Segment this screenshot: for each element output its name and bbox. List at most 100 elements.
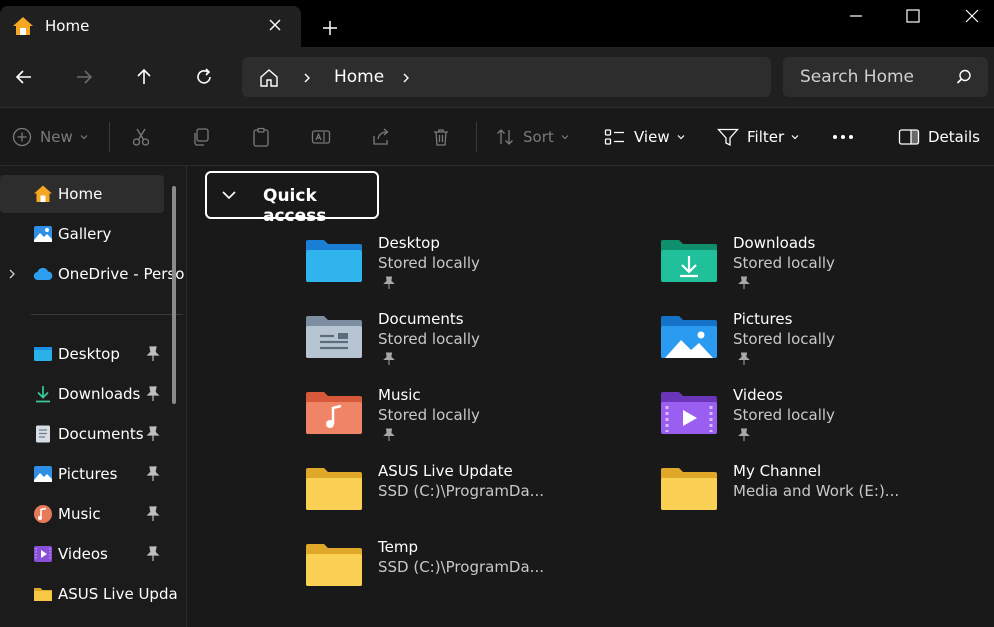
scissors-icon [132, 128, 150, 146]
pin-icon[interactable] [146, 386, 160, 402]
quick-access-item-desktop[interactable]: Desktop Stored locally [306, 232, 636, 302]
sidebar-item-videos[interactable]: Videos [0, 535, 164, 573]
pin-icon[interactable] [146, 506, 160, 522]
sidebar-item-label: Videos [58, 545, 108, 563]
chevron-down-icon [80, 134, 88, 139]
minimize-button[interactable] [844, 4, 868, 28]
onedrive-icon [33, 267, 53, 281]
search-input[interactable]: Search Home [783, 57, 988, 97]
pin-icon[interactable] [146, 346, 160, 362]
sort-icon [497, 128, 513, 145]
chevron-down-icon[interactable] [221, 189, 237, 201]
sidebar-scrollbar[interactable] [172, 186, 176, 404]
pin-icon[interactable] [146, 426, 160, 442]
pin-icon[interactable] [146, 546, 160, 562]
quick-access-item-documents[interactable]: Documents Stored locally [306, 308, 636, 378]
chevron-right-icon[interactable] [5, 267, 19, 281]
close-tab-icon[interactable] [264, 14, 286, 36]
pictures-icon [34, 466, 52, 482]
quick-access-item-music[interactable]: Music Stored locally [306, 384, 636, 454]
sidebar-item-onedrive[interactable]: OneDrive - Perso [0, 255, 184, 293]
pin-icon [383, 352, 395, 365]
sidebar-item-pictures[interactable]: Pictures [0, 455, 164, 493]
tab-home[interactable]: Home [0, 6, 301, 47]
sidebar-item-label: Gallery [58, 225, 112, 243]
quick-access-item-pictures[interactable]: Pictures Stored locally [661, 308, 991, 378]
quick-access-item-asus-live-update[interactable]: ASUS Live Update SSD (C:)\ProgramDa... [306, 460, 636, 530]
pin-icon [738, 428, 750, 441]
pictures-folder-icon [661, 316, 717, 358]
quick-access-item-my-channel[interactable]: My Channel Media and Work (E:)... [661, 460, 991, 530]
item-name: Desktop [378, 234, 440, 252]
share-icon [373, 128, 389, 145]
back-button[interactable] [12, 65, 36, 89]
quick-access-header[interactable]: Quick access [205, 171, 379, 226]
rename-icon [311, 129, 331, 144]
folder-icon [34, 588, 52, 601]
home-icon [34, 185, 52, 202]
sort-label: Sort [523, 127, 554, 146]
up-button[interactable] [132, 65, 156, 89]
item-name: Pictures [733, 310, 793, 328]
chevron-right-icon[interactable] [399, 71, 413, 85]
rename-button[interactable] [311, 108, 331, 165]
sidebar-item-asus-live-update[interactable]: ASUS Live Upda [0, 575, 178, 613]
copy-icon [194, 127, 209, 146]
share-button[interactable] [371, 108, 391, 165]
sidebar-item-label: Music [58, 505, 101, 523]
delete-button[interactable] [431, 108, 451, 165]
item-location: Stored locally [378, 254, 480, 272]
new-label: New [40, 127, 73, 146]
item-location: Stored locally [378, 330, 480, 348]
folder-icon [306, 544, 362, 586]
item-name: Documents [378, 310, 464, 328]
new-button[interactable]: New [12, 108, 89, 165]
chevron-down-icon [791, 134, 799, 139]
command-bar: New Sort View Filter Details [0, 108, 994, 166]
search-icon[interactable] [955, 68, 973, 86]
downloads-folder-icon [661, 240, 717, 282]
item-location: Stored locally [733, 330, 835, 348]
view-button[interactable]: View [604, 108, 686, 165]
refresh-button[interactable] [192, 65, 216, 89]
pin-icon[interactable] [146, 466, 160, 482]
cut-button[interactable] [131, 108, 151, 165]
download-icon [36, 386, 50, 403]
forward-button[interactable] [72, 65, 96, 89]
sidebar-item-home[interactable]: Home [0, 175, 164, 213]
pin-icon [738, 352, 750, 365]
quick-access-item-videos[interactable]: Videos Stored locally [661, 384, 991, 454]
close-window-button[interactable] [960, 4, 984, 28]
sidebar-item-documents[interactable]: Documents [0, 415, 164, 453]
paste-button[interactable] [251, 108, 271, 165]
quick-access-item-downloads[interactable]: Downloads Stored locally [661, 232, 991, 302]
sort-button[interactable]: Sort [495, 108, 570, 165]
quick-access-item-temp[interactable]: Temp SSD (C:)\ProgramDa... [306, 536, 636, 606]
home-icon[interactable] [258, 67, 280, 89]
folder-icon [306, 468, 362, 510]
desktop-folder-icon [34, 347, 52, 361]
folder-icon [661, 468, 717, 510]
filter-button[interactable]: Filter [717, 108, 800, 165]
maximize-button[interactable] [901, 4, 925, 28]
plus-circle-icon [12, 127, 32, 146]
sidebar-item-desktop[interactable]: Desktop [0, 335, 164, 373]
breadcrumb[interactable]: Home [334, 67, 384, 87]
view-icon [604, 128, 624, 145]
pin-icon [383, 428, 395, 441]
view-label: View [634, 127, 670, 146]
details-button[interactable]: Details [898, 108, 980, 165]
item-location: Stored locally [733, 254, 835, 272]
main-content: Quick access Desktop Stored locally Down… [187, 166, 994, 627]
documents-folder-icon [306, 316, 362, 358]
copy-button[interactable] [191, 108, 211, 165]
chevron-right-icon[interactable] [300, 71, 314, 85]
sidebar-item-downloads[interactable]: Downloads [0, 375, 164, 413]
address-bar[interactable]: Home [242, 57, 771, 97]
sidebar-item-music[interactable]: Music [0, 495, 164, 533]
details-label: Details [928, 127, 981, 146]
new-tab-button[interactable] [318, 16, 342, 40]
sidebar-item-gallery[interactable]: Gallery [0, 215, 164, 253]
more-options-button[interactable] [831, 108, 855, 165]
home-icon [13, 17, 33, 35]
